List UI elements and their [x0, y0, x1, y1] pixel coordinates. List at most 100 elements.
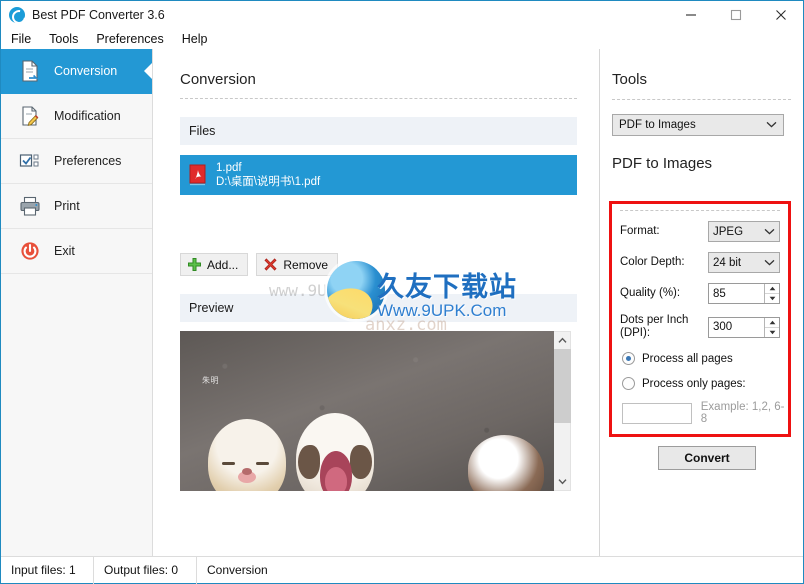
scroll-down-icon[interactable] [554, 473, 571, 490]
sidebar-item-conversion[interactable]: Conversion [1, 49, 152, 94]
spin-down-icon[interactable] [765, 293, 779, 303]
pages-row: Example: 1,2, 6-8 [622, 401, 788, 425]
sidebar-item-label: Print [54, 199, 80, 213]
quality-label: Quality (%): [620, 286, 681, 299]
document-edit-icon [18, 104, 42, 128]
power-icon [18, 239, 42, 263]
menu-item-preferences[interactable]: Preferences [87, 32, 172, 46]
format-select[interactable]: JPEG [708, 221, 780, 242]
chevron-down-icon [764, 257, 775, 269]
add-button[interactable]: Add... [180, 253, 249, 276]
close-icon[interactable] [758, 1, 803, 28]
file-list[interactable]: 1.pdf D:\桌面\说明书\1.pdf [180, 155, 577, 233]
scroll-up-icon[interactable] [554, 332, 571, 349]
window-controls [668, 1, 803, 28]
sidebar-item-print[interactable]: Print [1, 184, 152, 229]
preview-frame: 朱明 [180, 331, 577, 491]
radio-button-icon[interactable] [622, 352, 635, 366]
cross-icon [263, 257, 278, 272]
dpi-spin-buttons[interactable] [764, 317, 779, 337]
file-actions: Add... Remove [180, 253, 599, 276]
tools-separator [612, 99, 791, 100]
chevron-down-icon [764, 226, 775, 238]
files-section-header: Files [180, 117, 577, 145]
color-depth-row: Color Depth: 24 bit [620, 252, 788, 273]
puppy-left [208, 419, 286, 491]
menu-item-file[interactable]: File [1, 32, 40, 46]
sidebar-item-label: Conversion [54, 64, 118, 78]
puppy-middle [296, 413, 374, 491]
printer-icon [18, 194, 42, 218]
radio-process-all-label: Process all pages [642, 352, 733, 365]
tool-select[interactable]: PDF to Images [612, 114, 784, 136]
format-row: Format: JPEG [620, 221, 788, 242]
settings-highlight-box: Format: JPEG Color Depth: 24 bit Quality… [609, 201, 791, 437]
file-path: D:\桌面\说明书\1.pdf [216, 176, 321, 188]
convert-button[interactable]: Convert [658, 446, 756, 470]
tools-panel: Tools PDF to Images PDF to Images Format… [601, 49, 803, 556]
radio-process-all[interactable]: Process all pages [622, 352, 788, 366]
title-bar: Best PDF Converter 3.6 [1, 1, 803, 28]
format-label: Format: [620, 224, 660, 237]
color-depth-value: 24 bit [713, 256, 742, 269]
file-name: 1.pdf [216, 161, 242, 174]
sidebar-item-label: Preferences [54, 154, 122, 168]
quality-spin-buttons[interactable] [764, 284, 779, 303]
preview-signature: 朱明 [202, 376, 219, 385]
sidebar-item-exit[interactable]: Exit [1, 229, 152, 274]
menu-item-tools[interactable]: Tools [40, 32, 87, 46]
format-value: JPEG [713, 225, 744, 238]
sidebar-item-label: Modification [54, 109, 121, 123]
sidebar-item-modification[interactable]: Modification [1, 94, 152, 139]
status-mode: Conversion [207, 563, 268, 577]
radio-button-icon[interactable] [622, 377, 635, 391]
dpi-label: Dots per Inch (DPI): [620, 314, 689, 340]
status-output-files: Output files: 0 [94, 556, 197, 584]
maximize-icon[interactable] [713, 1, 758, 28]
sidebar: Conversion Modification Preferences Prin… [1, 49, 153, 556]
app-refresh-icon [9, 6, 25, 23]
settings-separator [620, 210, 780, 211]
radio-process-only[interactable]: Process only pages: [622, 377, 788, 391]
tool-select-value: PDF to Images [619, 119, 696, 131]
title-separator [180, 98, 577, 99]
add-button-label: Add... [207, 257, 239, 272]
application-window: Best PDF Converter 3.6 File Tools Prefer… [0, 0, 804, 584]
sidebar-item-preferences[interactable]: Preferences [1, 139, 152, 184]
pdf-file-icon [188, 164, 208, 186]
page-title: Conversion [180, 71, 256, 88]
scrollbar-track[interactable] [553, 349, 571, 473]
status-bar: Input files: 1 Output files: 0 Conversio… [1, 556, 803, 584]
pages-input[interactable] [622, 402, 692, 424]
status-input-files: Input files: 1 [1, 556, 94, 584]
tools-title: Tools [612, 71, 648, 88]
puppy-right [468, 435, 544, 491]
minimize-icon[interactable] [668, 1, 713, 28]
quality-stepper[interactable]: 85 [708, 283, 780, 304]
preview-scrollbar[interactable] [553, 331, 571, 491]
scrollbar-thumb[interactable] [553, 349, 571, 424]
menu-bar: File Tools Preferences Help [1, 28, 803, 49]
spin-up-icon[interactable] [765, 284, 779, 293]
color-depth-label: Color Depth: [620, 255, 685, 268]
chevron-down-icon [766, 119, 777, 131]
pages-hint: Example: 1,2, 6-8 [700, 401, 785, 426]
preview-image: 朱明 [180, 331, 554, 491]
list-item[interactable]: 1.pdf D:\桌面\说明书\1.pdf [180, 155, 577, 195]
plus-icon [187, 257, 202, 272]
quality-value: 85 [713, 287, 726, 300]
dpi-stepper[interactable]: 300 [708, 316, 780, 338]
window-title: Best PDF Converter 3.6 [32, 7, 165, 22]
dpi-value: 300 [713, 321, 733, 334]
remove-button-label: Remove [283, 257, 329, 272]
dpi-row: Dots per Inch (DPI): 300 [620, 314, 788, 340]
spin-up-icon[interactable] [765, 317, 779, 327]
spin-down-icon[interactable] [765, 326, 779, 337]
remove-button[interactable]: Remove [256, 253, 339, 276]
radio-process-only-label: Process only pages: [642, 377, 746, 390]
sidebar-item-label: Exit [54, 244, 75, 258]
quality-row: Quality (%): 85 [620, 283, 788, 304]
checkbox-settings-icon [18, 149, 42, 173]
color-depth-select[interactable]: 24 bit [708, 252, 780, 273]
menu-item-help[interactable]: Help [173, 32, 217, 46]
